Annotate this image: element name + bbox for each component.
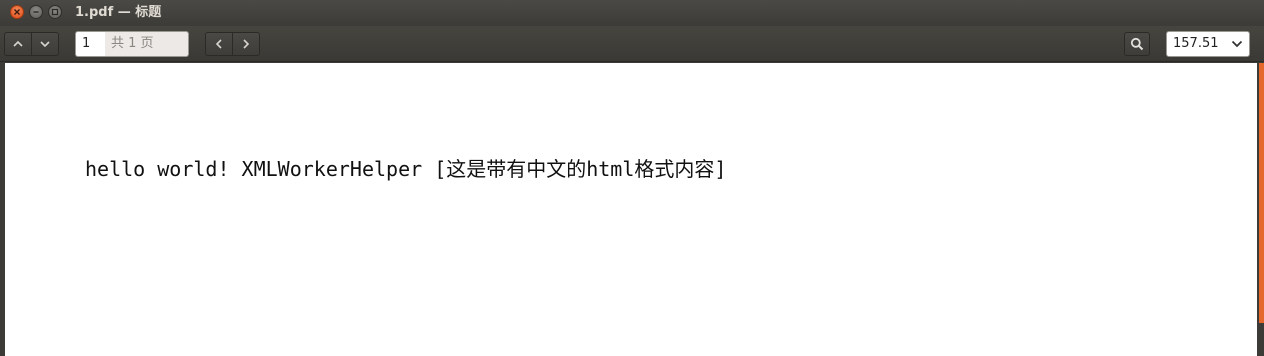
history-navigation-group — [205, 32, 260, 56]
page-total-label: 共 1 页 — [105, 31, 189, 57]
chevron-down-icon — [40, 41, 50, 48]
zoom-select[interactable]: 157.51 — [1166, 31, 1250, 57]
document-viewport[interactable]: hello world! XMLWorkerHelper [这是带有中文的htm… — [0, 63, 1264, 356]
forward-button[interactable] — [232, 33, 259, 55]
window-title: 1.pdf — 标题 — [75, 5, 162, 20]
search-icon — [1130, 37, 1144, 51]
maximize-icon — [51, 8, 59, 16]
zoom-dropdown-arrow[interactable] — [1231, 32, 1243, 56]
back-button[interactable] — [206, 33, 232, 55]
maximize-window-button[interactable] — [48, 5, 62, 19]
previous-page-button[interactable] — [5, 33, 31, 55]
page-number-input[interactable]: 1 — [75, 31, 105, 57]
page-navigation-group — [4, 32, 59, 56]
minimize-window-button[interactable] — [29, 5, 43, 19]
vertical-scrollbar[interactable] — [1259, 63, 1264, 323]
chevron-up-icon — [13, 40, 23, 47]
zoom-value: 157.51 — [1173, 36, 1219, 51]
close-window-button[interactable] — [10, 5, 24, 19]
chevron-down-icon — [1231, 40, 1243, 47]
search-button[interactable] — [1124, 32, 1150, 56]
chevron-right-icon — [243, 39, 250, 49]
close-icon — [14, 9, 20, 15]
toolbar — [0, 26, 1264, 62]
title-bar: 1.pdf — 标题 — [0, 0, 1264, 26]
next-page-button[interactable] — [31, 33, 58, 55]
minimize-icon — [33, 11, 39, 13]
chevron-left-icon — [215, 39, 222, 49]
page-text: hello world! XMLWorkerHelper [这是带有中文的htm… — [85, 157, 727, 181]
pdf-page: hello world! XMLWorkerHelper [这是带有中文的htm… — [5, 63, 1257, 356]
